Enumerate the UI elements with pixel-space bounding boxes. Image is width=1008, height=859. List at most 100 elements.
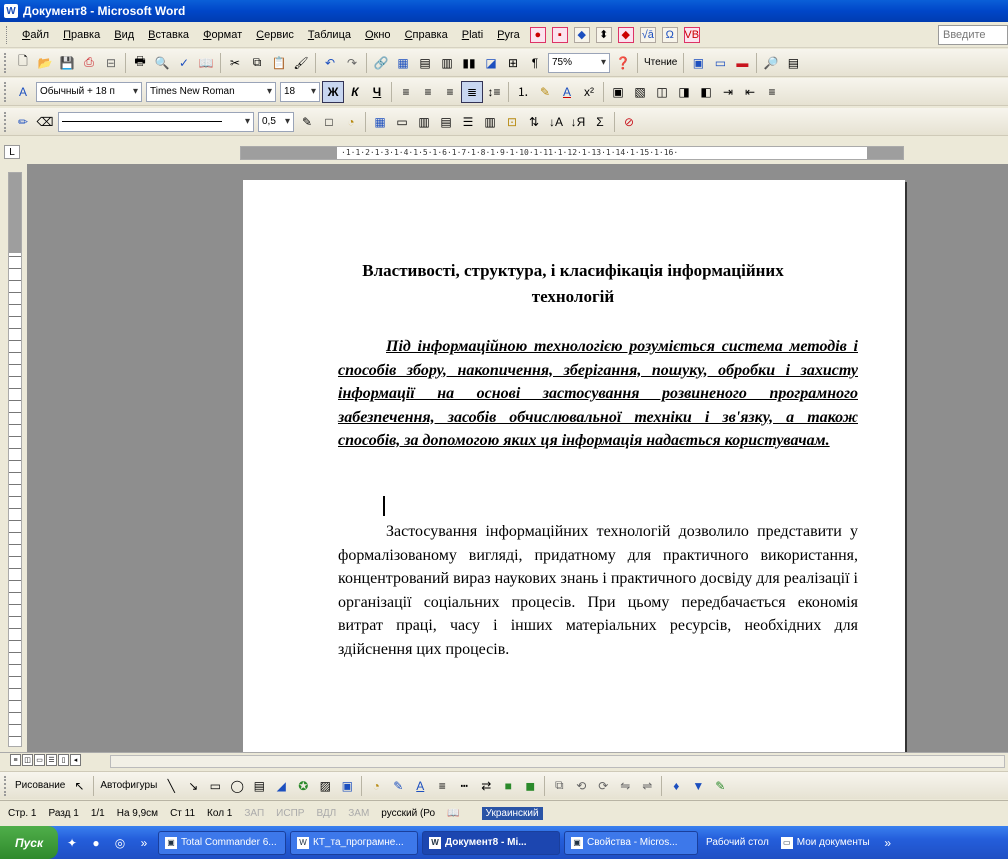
3d-icon[interactable]: ◼: [519, 775, 541, 797]
font-select[interactable]: Times New Roman: [146, 81, 276, 102]
highlight-icon[interactable]: ✎: [534, 81, 556, 103]
tab-selector[interactable]: L: [4, 145, 20, 159]
columns-icon[interactable]: ▮▮: [458, 52, 480, 74]
status-ext[interactable]: ВДЛ: [316, 808, 348, 819]
menu-edit[interactable]: Правка: [56, 29, 107, 41]
align-center-icon[interactable]: ≡: [417, 81, 439, 103]
insert-excel-icon[interactable]: ▥: [436, 52, 458, 74]
menubar-grip[interactable]: [6, 25, 9, 44]
extra-tool-icon[interactable]: ▤: [782, 52, 804, 74]
save-icon[interactable]: 💾: [56, 52, 78, 74]
flip-h-icon[interactable]: ⇋: [614, 775, 636, 797]
ruler-strip[interactable]: ·1·1·2·1·3·1·4·1·5·1·6·1·7·1·8·1·9·1·10·…: [240, 146, 904, 160]
menu-window[interactable]: Окно: [358, 29, 398, 41]
rectangle-icon[interactable]: ▭: [204, 775, 226, 797]
toolbar-grip[interactable]: [4, 775, 8, 796]
undo-icon[interactable]: ↶: [319, 52, 341, 74]
window-icon[interactable]: ▭: [709, 52, 731, 74]
border-color-icon[interactable]: ✎: [296, 111, 318, 133]
diagram-icon[interactable]: ✪: [292, 775, 314, 797]
draw-table-icon[interactable]: ✏: [12, 111, 34, 133]
drawing-menu-button[interactable]: Рисование: [12, 780, 68, 791]
status-rec[interactable]: ЗАП: [244, 808, 276, 819]
menu-plati[interactable]: Plati: [455, 29, 490, 41]
status-ovr[interactable]: ЗАМ: [348, 808, 381, 819]
flip-v-icon[interactable]: ⇌: [636, 775, 658, 797]
spelling-status-icon[interactable]: 📖: [447, 808, 471, 819]
line-weight-select[interactable]: 0,5: [258, 111, 294, 132]
justify-icon[interactable]: ≣: [461, 80, 483, 103]
autosum-icon[interactable]: Σ: [589, 111, 611, 133]
select-objects-icon[interactable]: ↖: [68, 775, 90, 797]
vertical-ruler-strip[interactable]: [8, 172, 22, 747]
sort-asc-icon[interactable]: ↓A: [545, 111, 567, 133]
vb-icon[interactable]: VB: [683, 26, 700, 43]
task-total-commander[interactable]: ▣ Total Commander 6...: [158, 830, 286, 855]
align-cell-icon[interactable]: ▤: [435, 111, 457, 133]
line-spacing-icon[interactable]: ↕≡: [483, 81, 505, 103]
text-direction-icon[interactable]: ⇅: [523, 111, 545, 133]
font-size-select[interactable]: 18: [280, 81, 320, 102]
autoformat-icon[interactable]: ⊡: [501, 111, 523, 133]
new-document-icon[interactable]: 🗋: [12, 52, 34, 74]
clipart-icon[interactable]: ▨: [314, 775, 336, 797]
task-document8[interactable]: W Документ8 - Mi...: [422, 830, 560, 855]
status-trk[interactable]: ИСПР: [276, 808, 316, 819]
menu-file[interactable]: Файл: [15, 29, 56, 41]
paste-icon[interactable]: 📋: [268, 52, 290, 74]
open-folder-icon[interactable]: 📂: [34, 52, 56, 74]
rotate-right-icon[interactable]: ⟳: [592, 775, 614, 797]
outline-icon-4[interactable]: ◨: [673, 81, 695, 103]
fill-color-icon[interactable]: ◔: [365, 775, 387, 797]
normal-view-icon[interactable]: ≡: [10, 754, 21, 766]
task-properties[interactable]: ▣ Свойства - Micros...: [564, 830, 698, 855]
outline-icon-3[interactable]: ◫: [651, 81, 673, 103]
definition-paragraph[interactable]: Під інформаційною технологією розумієтьс…: [338, 335, 858, 453]
line-color-icon[interactable]: ✎: [387, 775, 409, 797]
outline-view-icon[interactable]: ☰: [46, 754, 57, 766]
tables-borders-icon[interactable]: ▦: [392, 52, 414, 74]
italic-button[interactable]: К: [344, 81, 366, 103]
menu-tools[interactable]: Сервис: [249, 29, 301, 41]
outline-icon-2[interactable]: ▧: [629, 81, 651, 103]
chevron-right-icon[interactable]: »: [134, 833, 154, 853]
zoom-select[interactable]: 75%: [548, 52, 610, 73]
desktop-toolbar[interactable]: Рабочий стол: [702, 831, 773, 855]
status-language[interactable]: русский (Ро: [381, 808, 447, 819]
underline-button[interactable]: Ч: [366, 81, 388, 103]
menu-insert[interactable]: Вставка: [141, 29, 196, 41]
oval-icon[interactable]: ◯: [226, 775, 248, 797]
outline-icon-6[interactable]: ⇥: [717, 81, 739, 103]
toolbar-grip[interactable]: [4, 81, 8, 102]
ext-tool-icon-3[interactable]: ✎: [709, 775, 731, 797]
superscript-icon[interactable]: x²: [578, 81, 600, 103]
document-map-icon[interactable]: ⊞: [502, 52, 524, 74]
align-left-icon[interactable]: ≡: [395, 81, 417, 103]
show-formatting-icon[interactable]: ¶: [524, 52, 546, 74]
my-documents-toolbar[interactable]: ▭ Мои документы: [777, 831, 874, 855]
line-style-select[interactable]: [58, 111, 254, 132]
quicklaunch-icon-2[interactable]: ●: [86, 833, 106, 853]
group-icon[interactable]: ⧉: [548, 775, 570, 797]
document-heading[interactable]: Властивості, структура, і класифікація і…: [338, 258, 808, 310]
read-mode-button[interactable]: Чтение: [641, 57, 680, 68]
start-button[interactable]: Пуск: [0, 826, 58, 859]
menu-format[interactable]: Формат: [196, 29, 249, 41]
quicklaunch-icon-1[interactable]: ✦: [62, 833, 82, 853]
research-icon[interactable]: 📖: [195, 52, 217, 74]
body-paragraph[interactable]: Застосування інформаційних технологій до…: [338, 520, 858, 661]
help-search-input[interactable]: Введите: [938, 25, 1008, 45]
stop-macro-icon[interactable]: ▪: [551, 26, 568, 43]
highlight-box-icon[interactable]: ▬: [731, 52, 753, 74]
picture-icon[interactable]: ▣: [336, 775, 358, 797]
reading-view-icon[interactable]: ▯: [58, 754, 69, 766]
print-icon[interactable]: 🖶: [129, 52, 151, 74]
bold-button[interactable]: Ж: [322, 80, 344, 103]
sqrt-icon[interactable]: √ā: [639, 26, 656, 43]
pdf-icon[interactable]: ⎙: [78, 52, 100, 74]
print-preview-icon[interactable]: 🔍: [151, 52, 173, 74]
scroll-left-icon[interactable]: ◂: [70, 754, 81, 766]
distribute-cols-icon[interactable]: ▥: [479, 111, 501, 133]
sort-desc-icon[interactable]: ↓Я: [567, 111, 589, 133]
spelling-icon[interactable]: ✓: [173, 52, 195, 74]
